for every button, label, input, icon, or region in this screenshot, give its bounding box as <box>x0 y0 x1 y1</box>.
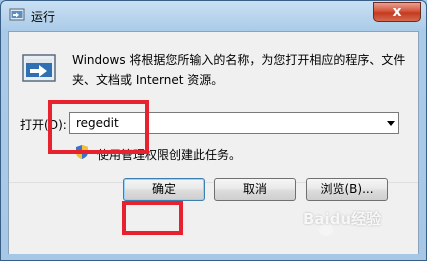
window-title: 运行 <box>31 10 56 24</box>
run-program-icon <box>22 54 56 82</box>
highlight-box-input <box>48 100 149 154</box>
browse-button[interactable]: 浏览(B)... <box>306 178 388 201</box>
watermark: Baidu经验 <box>303 210 382 228</box>
cancel-button[interactable]: 取消 <box>214 178 296 201</box>
title-bar: 运行 x <box>1 1 426 31</box>
run-icon-small <box>9 8 25 21</box>
run-dialog: 运行 x Windows 将根据您所输入的名称，为您打开相应的程序、文件夹、文档… <box>0 0 427 261</box>
chevron-down-icon[interactable] <box>387 121 395 126</box>
highlight-box-ok <box>122 201 183 235</box>
close-icon: x <box>392 4 402 20</box>
close-button[interactable]: x <box>373 2 421 22</box>
ok-button[interactable]: 确定 <box>123 178 205 201</box>
dialog-description: Windows 将根据您所输入的名称，为您打开相应的程序、文件夹、文档或 Int… <box>72 53 406 87</box>
